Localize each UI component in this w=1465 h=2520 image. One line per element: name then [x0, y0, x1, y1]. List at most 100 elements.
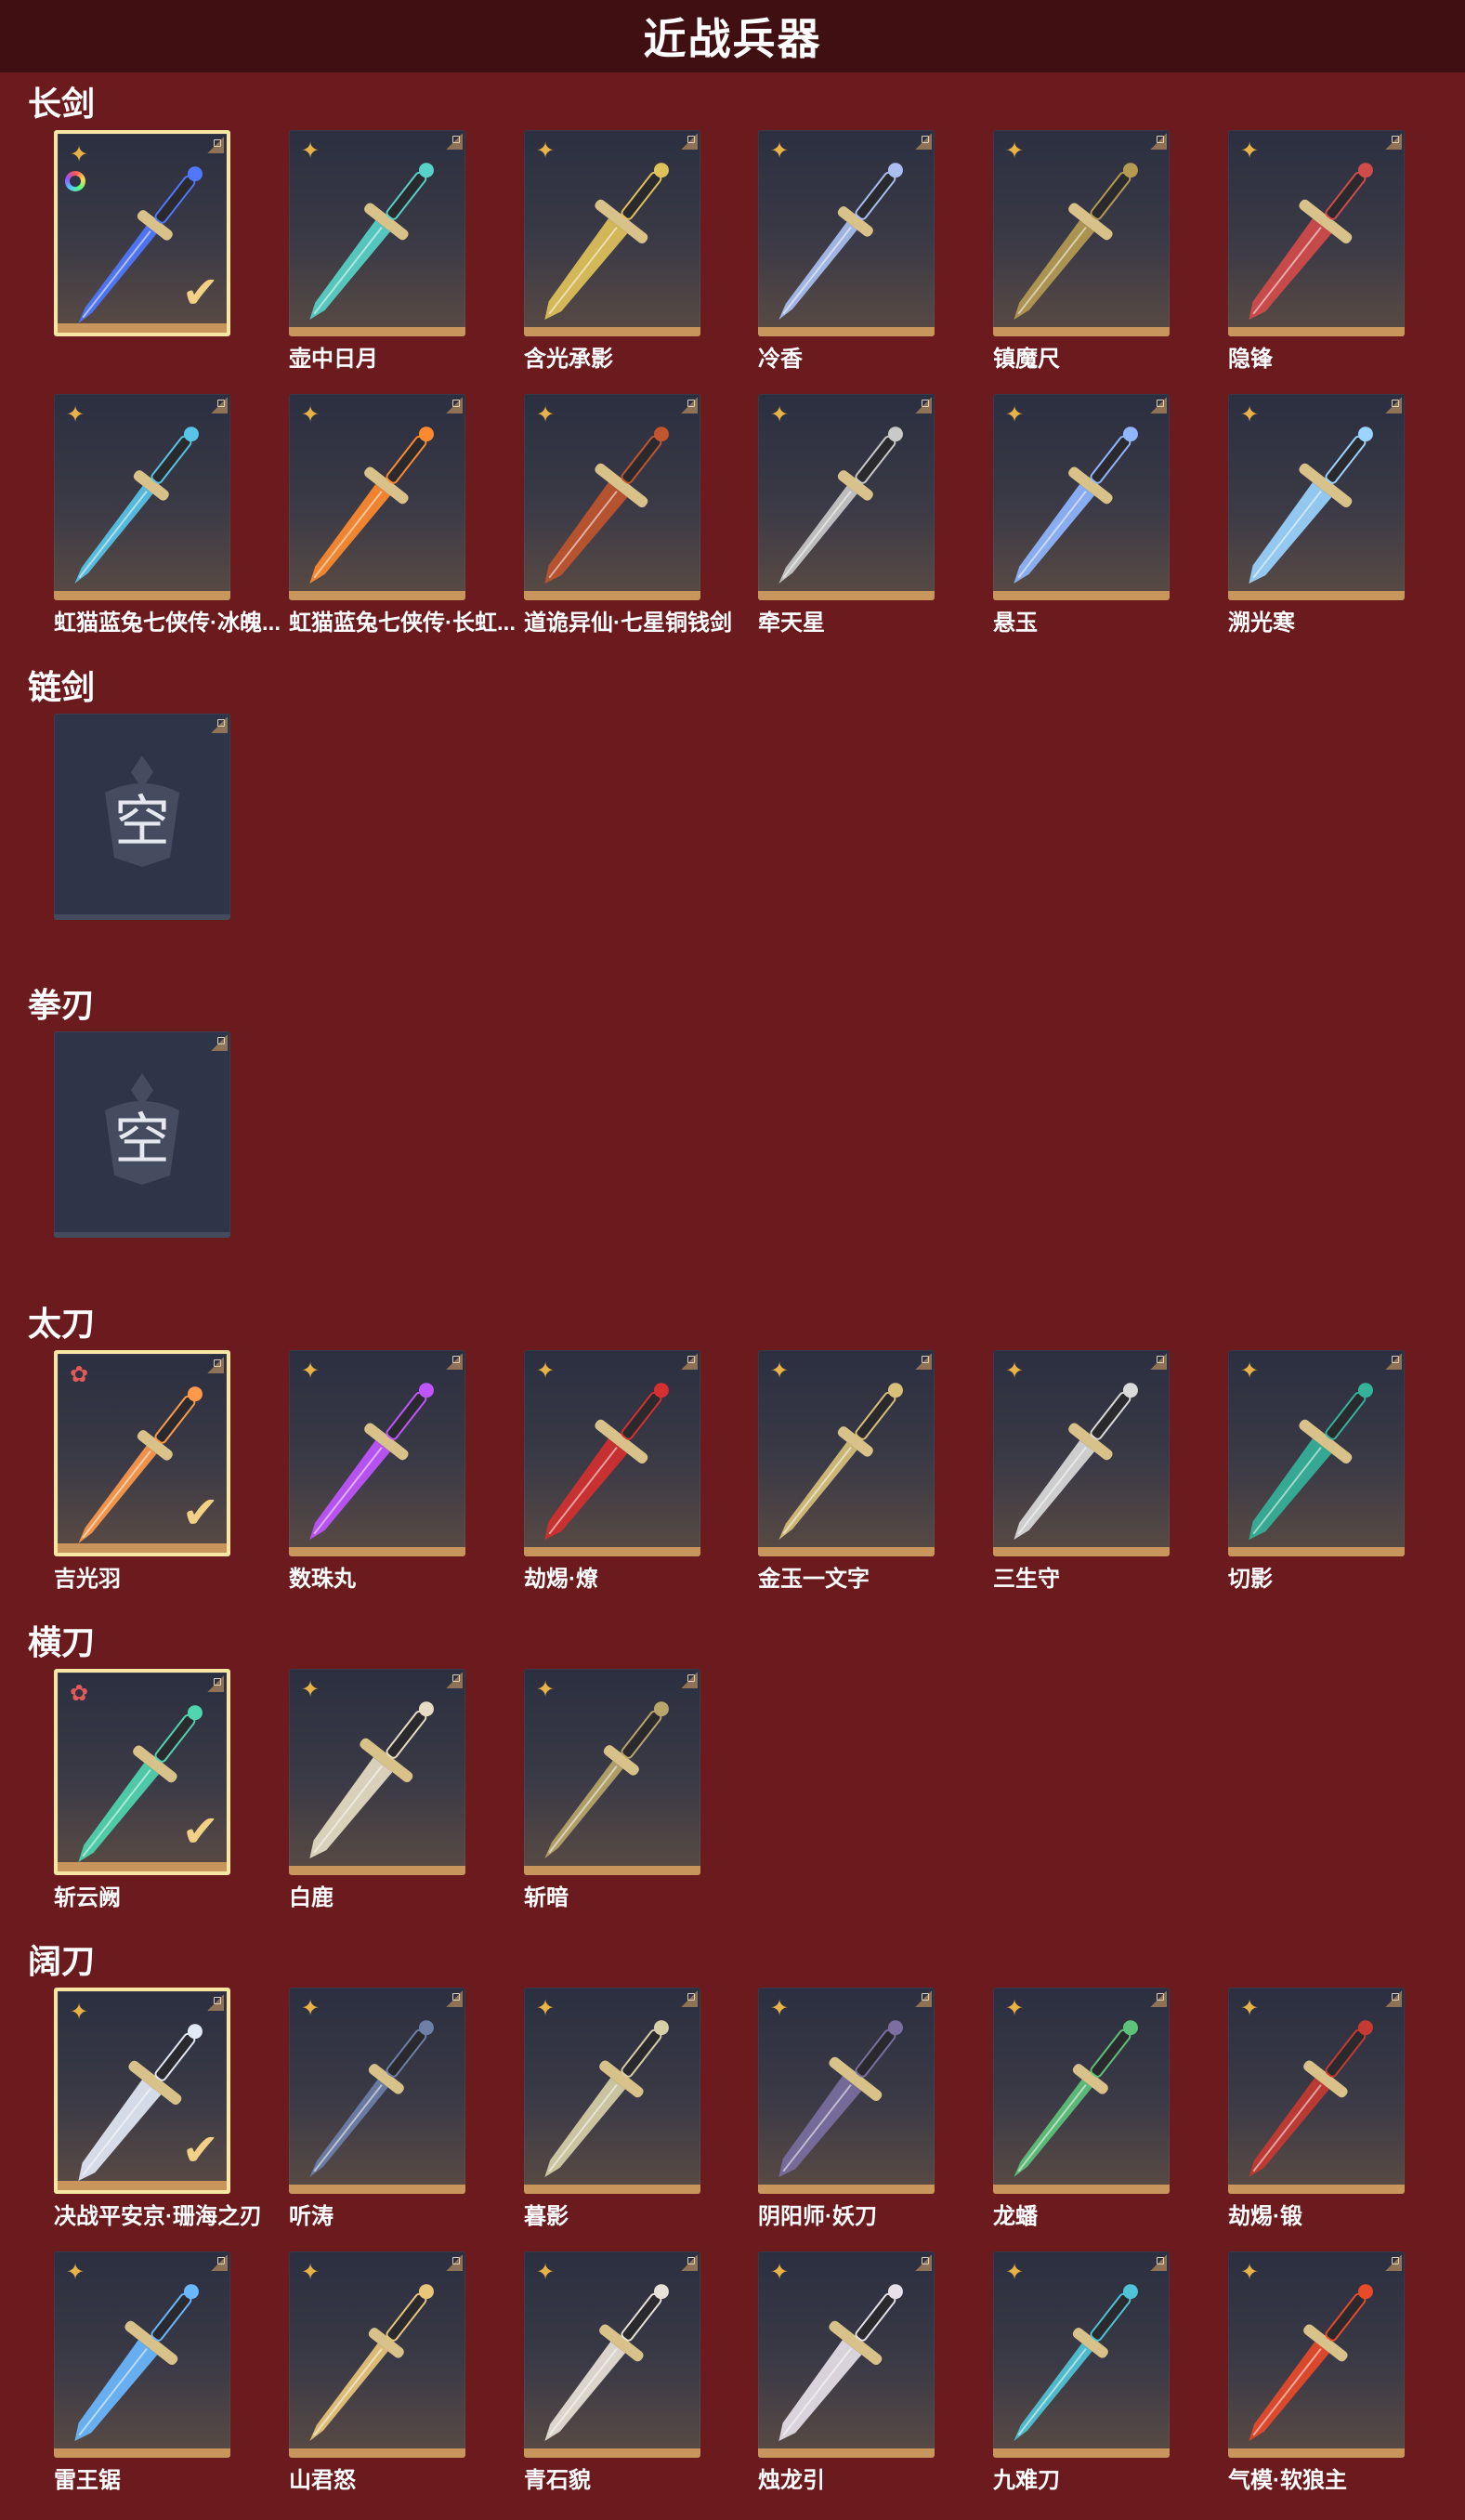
gold-rarity-star-icon: ✦ — [1004, 1358, 1025, 1384]
weapon-card[interactable]: ✦ 气模·软狼主 — [1228, 2251, 1405, 2493]
card-frame: ✦ — [993, 1350, 1170, 1556]
weapon-name: 气模·软狼主 — [1228, 2468, 1347, 2493]
gold-rarity-star-icon: ✦ — [535, 1996, 556, 2021]
corner-tag-icon — [446, 133, 463, 150]
card-frame: ✦ — [758, 1350, 935, 1556]
weapon-card[interactable]: ✦ 隐锋 — [1228, 130, 1405, 372]
weapon-card[interactable]: ✦ 斩暗 — [524, 1669, 700, 1910]
gold-rarity-star-icon: ✦ — [769, 402, 790, 427]
card-frame: ✦ — [524, 1669, 700, 1875]
corner-tag-icon — [681, 1990, 698, 2007]
section-title: 太刀 — [28, 1305, 96, 1343]
weapon-card[interactable]: ✦ 虹猫蓝兔七侠传·冰魄... — [54, 394, 281, 636]
card-frame: ✦ — [524, 2251, 700, 2458]
corner-tag-icon — [1150, 397, 1167, 413]
card-bottom-band — [758, 591, 935, 600]
weapon-card[interactable]: ✦ 壶中日月 — [289, 130, 465, 372]
card-bottom-band — [993, 2448, 1170, 2458]
card-bottom-band — [524, 327, 700, 336]
card-bottom-band — [993, 327, 1170, 336]
card-bottom-band — [993, 2185, 1170, 2194]
corner-tag-icon — [446, 2254, 463, 2271]
corner-tag-icon — [681, 1353, 698, 1370]
weapon-card[interactable]: ✦ 含光承影 — [524, 130, 700, 372]
card-frame: ✦ — [993, 394, 1170, 600]
weapon-card[interactable]: ✦ 阴阳师·妖刀 — [758, 1988, 935, 2229]
weapon-card[interactable]: ✦ 雷王锯 — [54, 2251, 230, 2493]
card-frame: ✦ — [758, 130, 935, 336]
gold-rarity-star-icon: ✦ — [1004, 2260, 1025, 2285]
corner-tag-icon — [211, 2254, 228, 2271]
weapon-card[interactable]: ✦ 青石貌 — [524, 2251, 700, 2493]
corner-tag-icon — [681, 133, 698, 150]
weapon-name: 道诡异仙·七星铜钱剑 — [524, 610, 732, 636]
card-bottom-band — [524, 2448, 700, 2458]
weapon-card[interactable]: ✦ 金玉一文字 — [758, 1350, 935, 1592]
weapon-card[interactable]: ✦ 切影 — [1228, 1350, 1405, 1592]
weapon-card[interactable]: ✿ ✔ 吉光羽 — [54, 1350, 230, 1592]
card-bottom-band — [758, 2185, 935, 2194]
card-frame: ✦ — [289, 2251, 465, 2458]
gold-rarity-star-icon: ✦ — [65, 402, 85, 427]
weapon-card[interactable]: ✦ 道诡异仙·七星铜钱剑 — [524, 394, 732, 636]
weapon-card[interactable]: ✦ 冷香 — [758, 130, 935, 372]
corner-tag-icon — [1385, 397, 1402, 413]
card-frame: ✦ — [1228, 1350, 1405, 1556]
card-frame: ✦ — [1228, 130, 1405, 336]
gold-rarity-star-icon: ✦ — [535, 402, 556, 427]
card-bottom-band — [54, 591, 230, 600]
weapon-card[interactable]: ✦ 龙蟠 — [993, 1988, 1170, 2229]
weapon-name: 决战平安京·珊海之刃 — [54, 2204, 262, 2229]
weapon-card[interactable]: ✦ ✔ — [54, 130, 230, 336]
weapon-name: 斩云阙 — [54, 1885, 121, 1910]
weapon-name: 虹猫蓝兔七侠传·长虹... — [289, 610, 516, 636]
card-frame: ✦ — [758, 2251, 935, 2458]
weapon-name: 吉光羽 — [54, 1567, 121, 1592]
weapon-card[interactable]: ✦ 溯光寒 — [1228, 394, 1405, 636]
weapon-card[interactable]: ✦ 虹猫蓝兔七侠传·长虹... — [289, 394, 516, 636]
card-bottom-band — [758, 327, 935, 336]
corner-tag-icon — [681, 1672, 698, 1688]
card-bottom-band — [758, 1547, 935, 1556]
corner-tag-icon — [207, 137, 224, 153]
weapon-card[interactable]: ✦ 九难刀 — [993, 2251, 1170, 2493]
weapon-card[interactable]: ✦ 牵天星 — [758, 394, 935, 636]
card-frame: ✦ ✔ — [54, 130, 230, 336]
gold-rarity-star-icon: ✦ — [300, 1677, 320, 1702]
weapon-card[interactable]: ✦ 烛龙引 — [758, 2251, 935, 2493]
page-title: 近战兵器 — [643, 15, 822, 63]
weapon-card[interactable]: ✿ ✔ 斩云阙 — [54, 1669, 230, 1910]
weapon-name: 溯光寒 — [1228, 610, 1295, 636]
weapon-card[interactable]: ✦ 镇魔尺 — [993, 130, 1170, 372]
card-bottom-band — [524, 591, 700, 600]
card-frame: ✦ — [993, 2251, 1170, 2458]
weapon-name: 金玉一文字 — [758, 1567, 870, 1592]
card-bottom-band — [289, 591, 465, 600]
corner-tag-icon — [915, 1990, 932, 2007]
gold-rarity-star-icon: ✦ — [300, 402, 320, 427]
corner-tag-icon — [207, 1357, 224, 1373]
weapon-card[interactable]: ✦ ✔ 决战平安京·珊海之刃 — [54, 1988, 262, 2229]
weapon-name: 白鹿 — [289, 1885, 334, 1910]
weapon-name: 青石貌 — [524, 2468, 591, 2493]
weapon-card[interactable]: ✦ 三生守 — [993, 1350, 1170, 1592]
weapon-card[interactable]: ✦ 悬玉 — [993, 394, 1170, 636]
weapon-card[interactable]: ✦ 听涛 — [289, 1988, 465, 2229]
weapon-card[interactable]: ✦ 劫焬·燎 — [524, 1350, 700, 1592]
empty-weapon-slot[interactable]: 空 — [54, 1031, 230, 1238]
weapon-card[interactable]: ✦ 白鹿 — [289, 1669, 465, 1910]
weapon-name: 牵天星 — [758, 610, 825, 636]
weapon-card[interactable]: ✦ 山君怒 — [289, 2251, 465, 2493]
section-title: 拳刃 — [28, 986, 96, 1024]
weapon-card[interactable]: ✦ 劫焬·锻 — [1228, 1988, 1405, 2229]
card-bottom-band — [58, 1543, 227, 1553]
empty-weapon-slot[interactable]: 空 — [54, 714, 230, 920]
gold-rarity-star-icon: ✦ — [769, 2260, 790, 2285]
weapon-name: 九难刀 — [993, 2468, 1060, 2493]
weapon-card[interactable]: ✦ 暮影 — [524, 1988, 700, 2229]
weapon-name: 三生守 — [993, 1567, 1060, 1592]
card-frame: ✦ — [289, 1988, 465, 2194]
weapon-card[interactable]: ✦ 数珠丸 — [289, 1350, 465, 1592]
card-frame: ✦ — [524, 130, 700, 336]
gold-rarity-star-icon: ✦ — [535, 1677, 556, 1702]
